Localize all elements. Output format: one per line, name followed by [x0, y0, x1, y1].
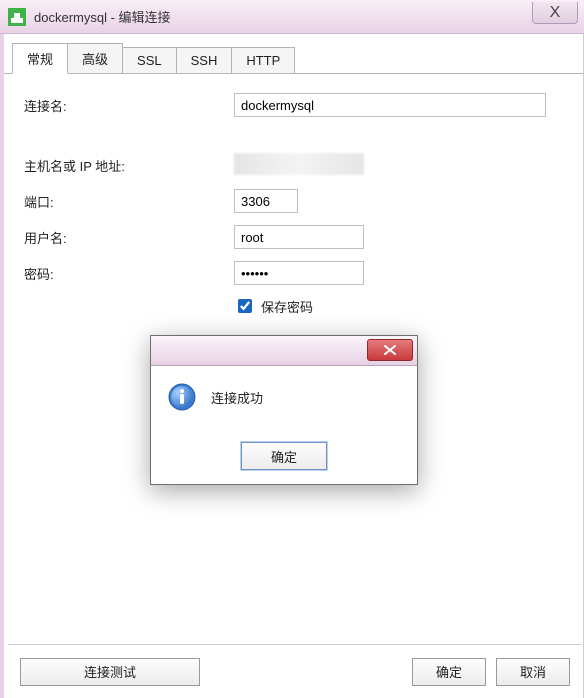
- tab-ssl[interactable]: SSL: [123, 47, 177, 74]
- tab-bar: 常规 高级 SSL SSH HTTP: [4, 34, 583, 74]
- button-label: 确定: [436, 662, 462, 681]
- dialog-ok-button[interactable]: 确定: [241, 442, 327, 470]
- button-label: 确定: [271, 447, 297, 466]
- username-input[interactable]: [234, 225, 364, 249]
- connection-name-label: 连接名:: [24, 96, 234, 115]
- password-input[interactable]: [234, 261, 364, 285]
- tab-label: SSH: [191, 53, 218, 68]
- button-label: 连接测试: [84, 662, 136, 681]
- cancel-button[interactable]: 取消: [496, 658, 570, 686]
- app-icon: [8, 8, 26, 26]
- tab-label: SSL: [137, 53, 162, 68]
- tab-ssh[interactable]: SSH: [177, 47, 233, 74]
- tab-advanced[interactable]: 高级: [68, 43, 123, 74]
- save-password-label: 保存密码: [261, 297, 313, 316]
- window-close-button[interactable]: X: [532, 2, 578, 24]
- dialog-body: 连接成功: [151, 366, 417, 434]
- info-icon: [167, 382, 197, 412]
- host-value-redacted: [234, 153, 364, 175]
- tab-http[interactable]: HTTP: [232, 47, 295, 74]
- footer: 连接测试 确定 取消: [8, 644, 582, 698]
- host-label: 主机名或 IP 地址:: [24, 156, 234, 175]
- close-icon: [383, 345, 397, 355]
- save-password-checkbox[interactable]: [238, 299, 252, 313]
- dialog-close-button[interactable]: [367, 339, 413, 361]
- dialog-message: 连接成功: [211, 382, 263, 407]
- tab-general[interactable]: 常规: [12, 43, 68, 74]
- window-title: dockermysql - 编辑连接: [34, 7, 171, 26]
- connection-name-input[interactable]: [234, 93, 546, 117]
- tab-label: 高级: [82, 52, 108, 67]
- button-label: 取消: [520, 662, 546, 681]
- form: 连接名: 主机名或 IP 地址: 端口: 用户名:: [4, 74, 583, 326]
- port-input[interactable]: [234, 189, 298, 213]
- dialog-footer: 确定: [151, 434, 417, 484]
- port-label: 端口:: [24, 192, 234, 211]
- tab-label: 常规: [27, 52, 53, 67]
- message-dialog: 连接成功 确定: [150, 335, 418, 485]
- tab-label: HTTP: [246, 53, 280, 68]
- password-label: 密码:: [24, 264, 234, 283]
- user-label: 用户名:: [24, 228, 234, 247]
- titlebar: dockermysql - 编辑连接 X: [0, 0, 584, 34]
- ok-button[interactable]: 确定: [412, 658, 486, 686]
- close-icon: X: [550, 4, 561, 22]
- test-connection-button[interactable]: 连接测试: [20, 658, 200, 686]
- dialog-titlebar: [151, 336, 417, 366]
